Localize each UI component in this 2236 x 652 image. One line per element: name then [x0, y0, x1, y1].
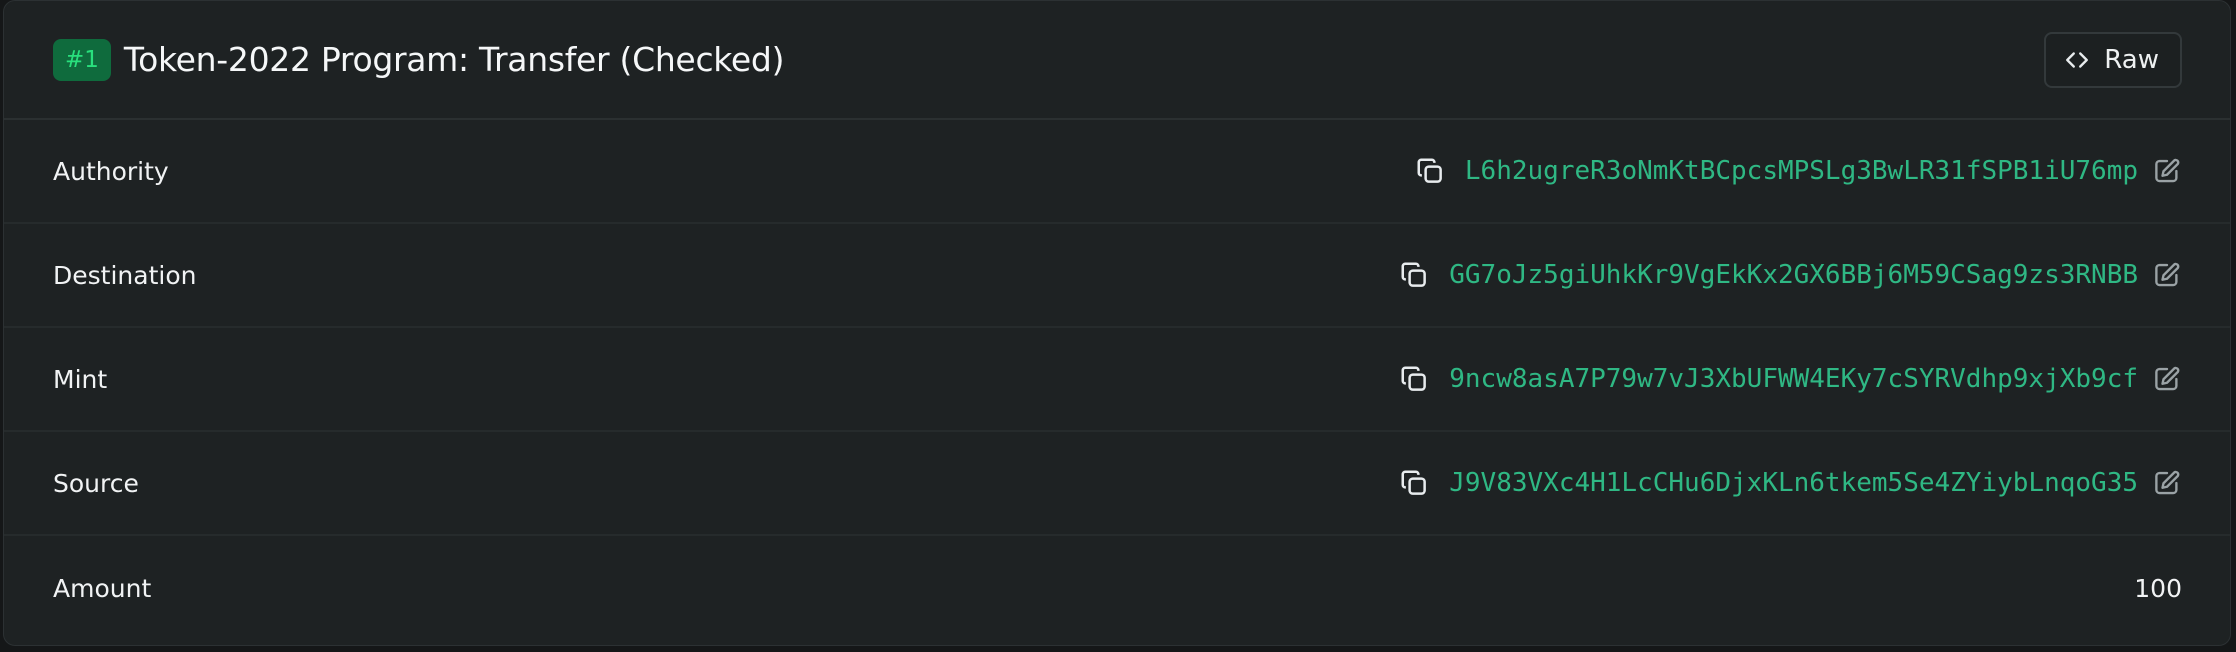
- account-value: J9V83VXc4H1LcCHu6DjxKLn6tkem5Se4ZYiybLnq…: [1399, 468, 2182, 498]
- account-label: Mint: [53, 364, 108, 394]
- raw-button-label: Raw: [2104, 44, 2159, 75]
- account-address[interactable]: J9V83VXc4H1LcCHu6DjxKLn6tkem5Se4ZYiybLnq…: [1449, 468, 2138, 498]
- edit-icon[interactable]: [2152, 364, 2182, 394]
- instruction-header: #1 Token-2022 Program: Transfer (Checked…: [4, 1, 2230, 120]
- code-icon: [2066, 51, 2089, 68]
- edit-icon[interactable]: [2152, 156, 2182, 186]
- account-value: GG7oJz5giUhkKr9VgEkKx2GX6BBj6M59CSag9zs3…: [1399, 260, 2182, 290]
- account-value: L6h2ugreR3oNmKtBCpcsMPSLg3BwLR31fSPB1iU7…: [1415, 156, 2182, 186]
- account-row-destination: Destination GG7oJz5giUhkKr9VgEkKx2GX6BBj…: [4, 224, 2230, 328]
- amount-row: Amount 100: [4, 536, 2230, 641]
- account-value: 9ncw8asA7P79w7vJ3XbUFWW4EKy7cSYRVdhp9xjX…: [1399, 364, 2182, 394]
- account-address[interactable]: GG7oJz5giUhkKr9VgEkKx2GX6BBj6M59CSag9zs3…: [1449, 260, 2138, 290]
- amount-label: Amount: [53, 574, 152, 603]
- amount-value-wrap: 100: [2134, 574, 2182, 603]
- copy-icon[interactable]: [1415, 156, 1445, 186]
- amount-value: 100: [2134, 574, 2182, 603]
- account-label: Authority: [53, 156, 169, 186]
- edit-icon[interactable]: [2152, 468, 2182, 498]
- account-label: Destination: [53, 260, 197, 290]
- account-address[interactable]: L6h2ugreR3oNmKtBCpcsMPSLg3BwLR31fSPB1iU7…: [1465, 156, 2138, 186]
- account-row-mint: Mint 9ncw8asA7P79w7vJ3XbUFWW4EKy7cSYRVdh…: [4, 328, 2230, 432]
- instruction-title: Token-2022 Program: Transfer (Checked): [123, 40, 785, 79]
- account-row-source: Source J9V83VXc4H1LcCHu6DjxKLn6tkem5Se4Z…: [4, 432, 2230, 536]
- edit-icon[interactable]: [2152, 260, 2182, 290]
- account-label: Source: [53, 468, 139, 498]
- copy-icon[interactable]: [1399, 364, 1429, 394]
- instruction-index-badge: #1: [53, 38, 111, 81]
- account-address[interactable]: 9ncw8asA7P79w7vJ3XbUFWW4EKy7cSYRVdhp9xjX…: [1449, 364, 2138, 394]
- raw-button[interactable]: Raw: [2044, 31, 2182, 88]
- copy-icon[interactable]: [1399, 468, 1429, 498]
- account-row-authority: Authority L6h2ugreR3oNmKtBCpcsMPSLg3BwLR…: [4, 120, 2230, 224]
- instruction-card: #1 Token-2022 Program: Transfer (Checked…: [3, 0, 2231, 646]
- copy-icon[interactable]: [1399, 260, 1429, 290]
